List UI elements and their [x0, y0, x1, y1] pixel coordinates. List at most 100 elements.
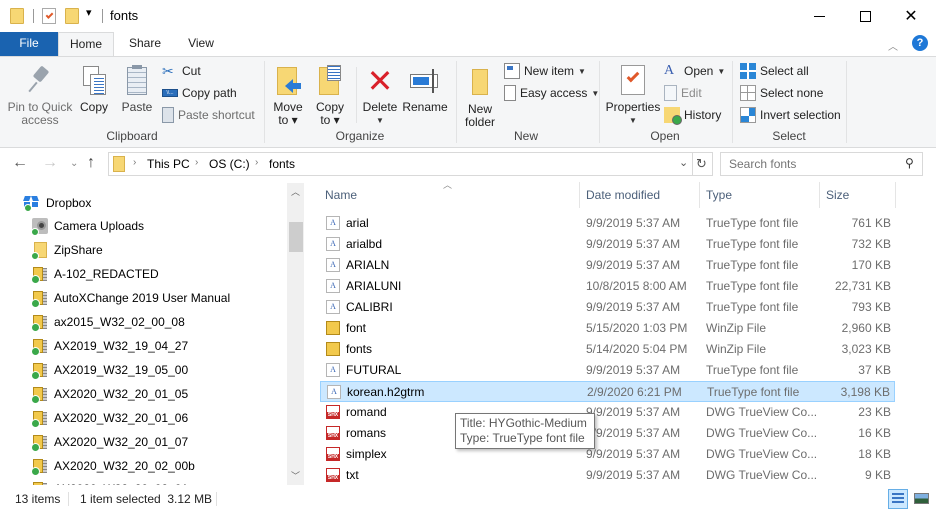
column-header-date-modified[interactable]: Date modified [586, 180, 701, 210]
divider[interactable] [579, 182, 580, 208]
divider[interactable] [895, 182, 896, 208]
history-button[interactable]: History [664, 105, 721, 125]
recent-locations-button[interactable]: ⌄ [70, 158, 78, 169]
search-input[interactable] [729, 156, 899, 172]
scrollbar-thumb[interactable] [289, 222, 303, 252]
new-folder-quick-icon[interactable] [65, 8, 79, 24]
file-row[interactable]: fonts 5/14/2020 5:04 PM WinZip File 3,023 K… [320, 339, 895, 360]
file-type: TrueType font file [706, 258, 799, 272]
new-item-button[interactable]: New item ▼ [504, 61, 586, 81]
zip-icon [31, 434, 48, 452]
minimize-button[interactable] [796, 0, 842, 32]
file-size: 23 KB [858, 405, 891, 419]
tree-item[interactable]: ax2015_W32_02_00_08 [31, 311, 185, 332]
file-name: korean.h2gtrm [347, 385, 425, 399]
move-to-button[interactable]: Move to ▾ [270, 65, 306, 127]
select-none-button[interactable]: Select none [740, 83, 823, 103]
delete-button[interactable]: ✕ Delete ▼ [360, 65, 400, 127]
large-icons-view-button[interactable] [912, 489, 932, 509]
tree-item[interactable]: AX2020_W32_20_01_07 [31, 431, 188, 452]
large-icons-view-icon [914, 493, 929, 504]
file-row[interactable]: A FUTURAL 9/9/2019 5:37 AM TrueType font fi… [320, 360, 895, 381]
file-row[interactable]: font 5/15/2020 1:03 PM WinZip File 2,960 KB [320, 318, 895, 339]
copy-to-icon [317, 65, 343, 97]
tab-home[interactable]: Home [58, 32, 114, 57]
file-type: DWG TrueView Co... [706, 447, 818, 461]
search-box[interactable]: ⚲ [720, 152, 923, 176]
column-header-size[interactable]: Size [826, 180, 896, 210]
cut-button[interactable]: ✂ Cut [162, 61, 201, 81]
tree-item[interactable]: AX2019_W32_19_05_00 [31, 359, 188, 380]
column-header-name[interactable]: Name [325, 180, 580, 210]
file-size: 3,198 KB [840, 385, 890, 399]
up-button[interactable]: ↑ [87, 154, 95, 172]
file-date-modified: 9/9/2019 5:37 AM [586, 447, 681, 461]
file-type: WinZip File [706, 321, 767, 335]
tree-item[interactable]: A-102_REDACTED [31, 263, 159, 284]
breadcrumb-fonts[interactable]: fonts [269, 157, 295, 171]
customize-quick-access-icon[interactable]: ▾ [86, 6, 92, 19]
copy-path-button[interactable]: \\... Copy path [162, 83, 237, 103]
file-row[interactable]: SHX simplex 9/9/2019 5:37 AM DWG TrueView C… [320, 444, 895, 465]
tree-item[interactable]: AX2020_W32_20_01_06 [31, 407, 188, 428]
collapse-ribbon-icon[interactable]: ︿ [888, 38, 898, 53]
file-size: 793 KB [851, 300, 891, 314]
properties-quick-icon[interactable] [42, 8, 56, 24]
tab-file[interactable]: File [0, 32, 58, 56]
address-bar[interactable]: › This PC › OS (C:) › fonts ⌄ ↻ [108, 152, 713, 176]
file-row[interactable]: A ARIALN 9/9/2019 5:37 AM TrueType font fil… [320, 255, 895, 276]
tree-item[interactable]: AX2020_W32_20_01_05 [31, 383, 188, 404]
file-row[interactable]: SHX romand 9/9/2019 5:37 AM DWG TrueView Co… [320, 402, 895, 423]
tree-item[interactable]: AX2019_W32_19_04_27 [31, 335, 188, 356]
easy-access-button[interactable]: Easy access ▼ [504, 83, 599, 103]
breadcrumb-this-pc[interactable]: This PC [147, 157, 190, 171]
copy-to-button[interactable]: Copy to ▾ [312, 65, 348, 127]
file-row[interactable]: A CALIBRI 9/9/2019 5:37 AM TrueType font fi… [320, 297, 895, 318]
address-dropdown-icon[interactable]: ⌄ [679, 156, 688, 169]
scroll-down-icon[interactable]: ﹀ [291, 469, 300, 482]
invert-selection-button[interactable]: Invert selection [740, 105, 841, 125]
divider[interactable] [699, 182, 700, 208]
maximize-button[interactable] [842, 0, 888, 32]
tree-item-dropbox[interactable]: Dropbox [23, 192, 91, 213]
file-row[interactable]: A ARIALUNI 10/8/2015 8:00 AM TrueType font … [320, 276, 895, 297]
select-all-button[interactable]: Select all [740, 61, 809, 81]
file-row[interactable]: Aarialbd 9/9/2019 5:37 AM TrueType font fi… [320, 234, 895, 255]
file-row[interactable]: SHX romans 9/9/2019 5:37 AM DWG TrueView Co… [320, 423, 895, 444]
properties-button[interactable]: Properties ▼ [604, 65, 662, 127]
search-icon[interactable]: ⚲ [905, 156, 914, 170]
edit-button[interactable]: Edit [664, 83, 702, 103]
truetype-font-icon: A [327, 385, 341, 399]
tree-item[interactable]: AX2020_W32_20_02_00b [31, 455, 195, 476]
paste-shortcut-button[interactable]: Paste shortcut [162, 105, 255, 125]
open-button[interactable]: A Open ▼ [664, 61, 725, 81]
rename-button[interactable]: Rename [402, 65, 448, 114]
tab-view[interactable]: View [176, 32, 226, 56]
tree-item-camera-uploads[interactable]: Camera Uploads [31, 215, 144, 236]
file-row[interactable]: Akorean.h2gtrm 2/9/2020 6:21 PM TrueType f… [320, 381, 895, 402]
tree-item[interactable]: AX2020_W32_20_02_01 [32, 478, 188, 485]
file-row[interactable]: SHX txt 9/9/2019 5:37 AM DWG TrueView Co...… [320, 465, 895, 486]
divider[interactable] [819, 182, 820, 208]
help-icon[interactable]: ? [912, 35, 928, 51]
file-size: 9 KB [864, 468, 891, 482]
tooltip-type: Type: TrueType font file [460, 431, 585, 445]
tree-item[interactable]: AutoXChange 2019 User Manual [31, 287, 230, 308]
scroll-up-icon[interactable]: ︿ [291, 185, 300, 198]
paste-button[interactable]: Paste [118, 65, 156, 114]
refresh-icon[interactable]: ↻ [696, 156, 707, 172]
file-size: 2,960 KB [841, 321, 891, 335]
forward-button[interactable]: → [42, 154, 58, 172]
file-row[interactable]: Aarial 9/9/2019 5:37 AM TrueType font file… [320, 213, 895, 234]
pin-to-quick-access-button[interactable]: Pin to Quick access [4, 65, 76, 127]
file-date-modified: 9/9/2019 5:37 AM [586, 363, 681, 377]
new-folder-button[interactable]: New folder [460, 65, 500, 129]
tree-item-zipshare[interactable]: ZipShare [31, 239, 103, 260]
copy-button[interactable]: Copy [76, 65, 112, 114]
column-header-type[interactable]: Type [706, 180, 816, 210]
details-view-button[interactable] [888, 489, 908, 509]
back-button[interactable]: ← [12, 154, 28, 172]
breadcrumb-os-c[interactable]: OS (C:) [209, 157, 250, 171]
tab-share[interactable]: Share [120, 32, 170, 56]
close-button[interactable]: ✕ [888, 0, 934, 32]
